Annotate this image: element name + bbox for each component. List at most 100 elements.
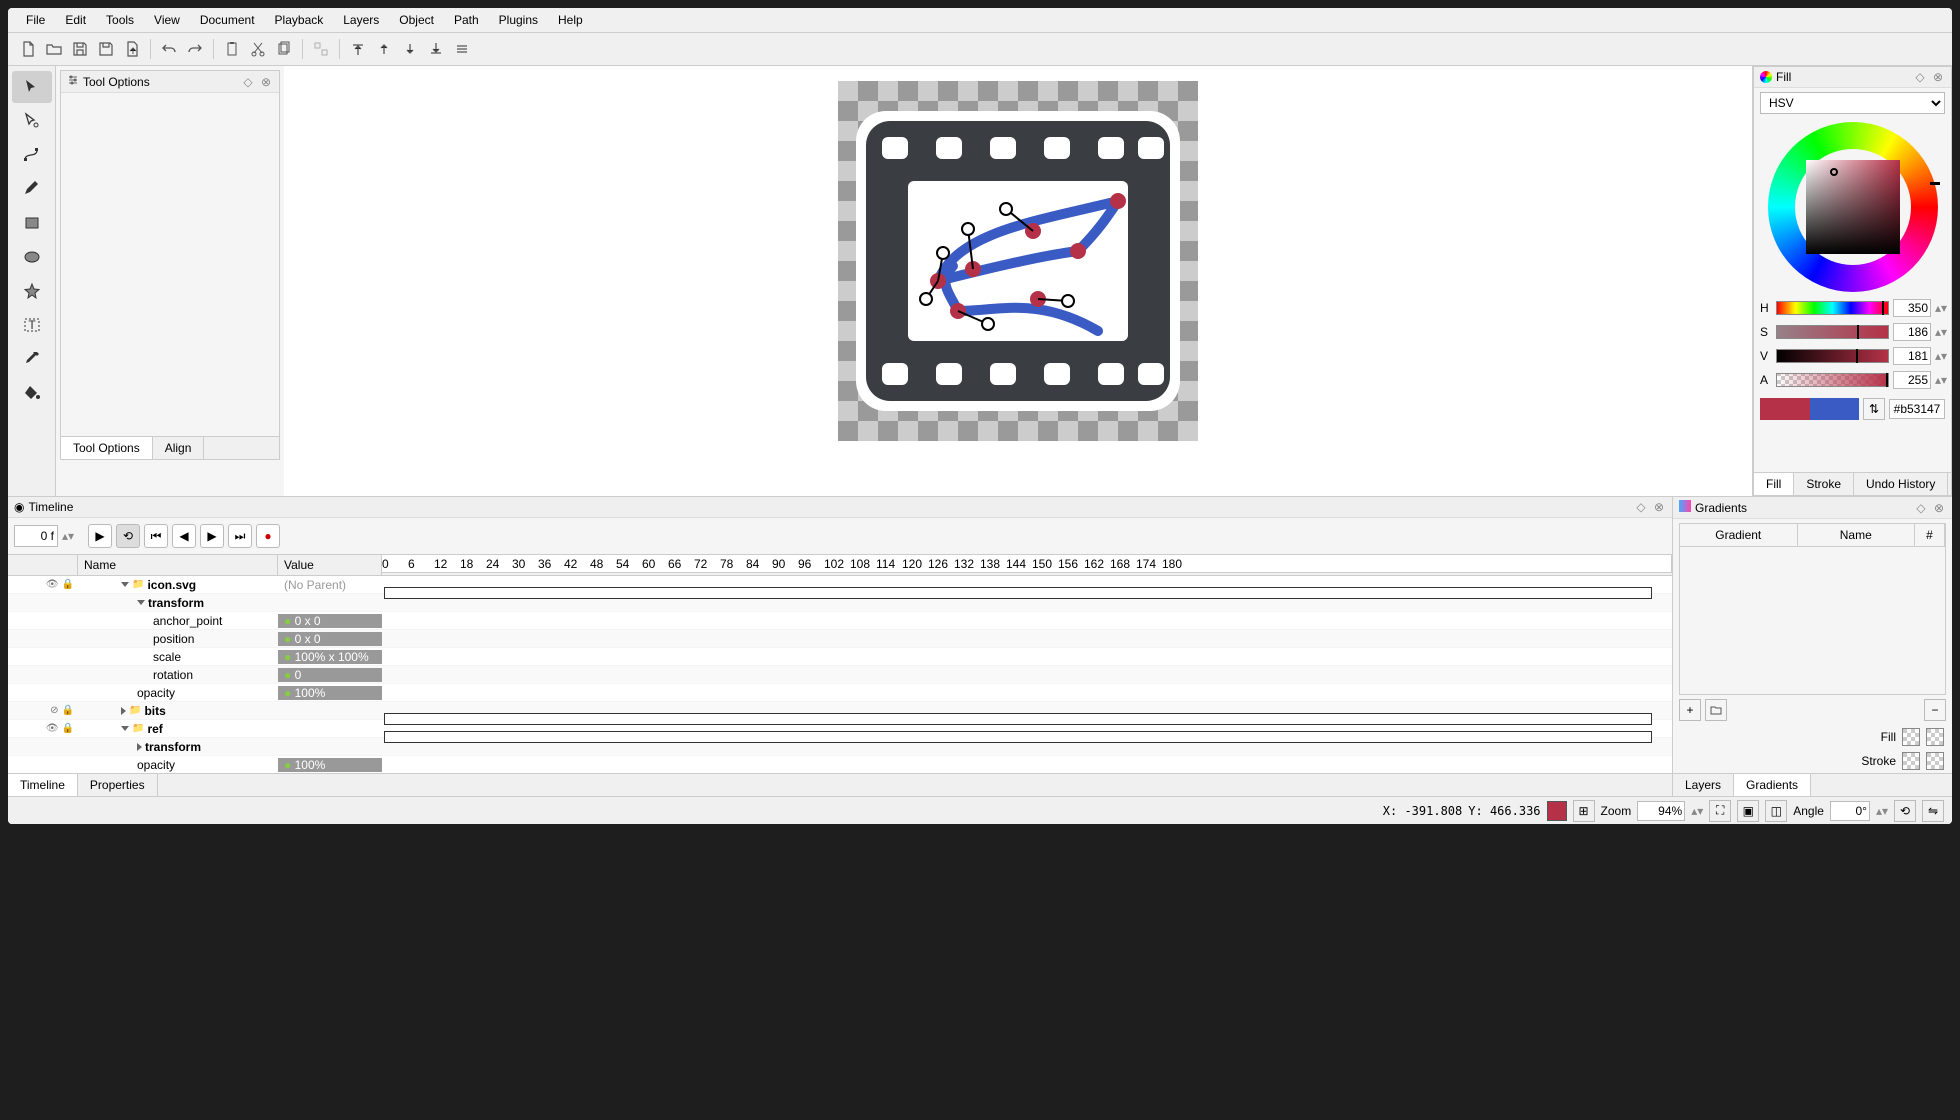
zoom-sel-icon[interactable]: ◫ <box>1765 800 1787 822</box>
new-doc-icon[interactable] <box>16 37 40 61</box>
angle-input[interactable] <box>1830 801 1870 821</box>
timeline-row[interactable]: 👁🔒📁icon.svg(No Parent) <box>8 576 1672 594</box>
eyedropper-tool[interactable] <box>12 343 52 375</box>
panel-close-icon[interactable]: ⊗ <box>1931 70 1945 84</box>
stroke-swatch[interactable] <box>1902 752 1920 770</box>
s-value[interactable] <box>1893 323 1931 341</box>
flip-icon[interactable]: ⇋ <box>1922 800 1944 822</box>
add-gradient-button[interactable]: + <box>1679 699 1701 721</box>
timeline-tree[interactable]: 👁🔒📁icon.svg(No Parent)transformanchor_po… <box>8 576 1672 773</box>
hex-input[interactable] <box>1889 399 1945 419</box>
panel-close-icon[interactable]: ⊗ <box>1652 500 1666 514</box>
gradient-folder-button[interactable] <box>1705 699 1727 721</box>
bucket-tool[interactable] <box>12 377 52 409</box>
stack-icon[interactable] <box>450 37 474 61</box>
pencil-tool[interactable] <box>12 173 52 205</box>
node-tool[interactable] <box>12 105 52 137</box>
tab-properties[interactable]: Properties <box>78 774 158 796</box>
chevron-down-icon[interactable] <box>137 600 145 605</box>
rect-tool[interactable] <box>12 207 52 239</box>
copy-icon[interactable] <box>272 37 296 61</box>
panel-detach-icon[interactable]: ◇ <box>1914 501 1928 515</box>
redo-icon[interactable] <box>183 37 207 61</box>
s-slider[interactable] <box>1776 325 1889 339</box>
panel-close-icon[interactable]: ⊗ <box>259 75 273 89</box>
raise-top-icon[interactable] <box>346 37 370 61</box>
chevron-right-icon[interactable] <box>121 707 126 715</box>
eye-icon[interactable]: 👁 <box>46 579 59 590</box>
panel-detach-icon[interactable]: ◇ <box>1634 500 1648 514</box>
ellipse-tool[interactable] <box>12 241 52 273</box>
tab-undo-history[interactable]: Undo History <box>1854 473 1948 495</box>
menu-path[interactable]: Path <box>444 8 489 32</box>
timeline-row[interactable]: opacity● 100% <box>8 684 1672 702</box>
open-icon[interactable] <box>42 37 66 61</box>
reset-angle-icon[interactable]: ⟲ <box>1894 800 1916 822</box>
a-slider[interactable] <box>1776 373 1889 387</box>
h-slider[interactable] <box>1776 301 1889 315</box>
panel-detach-icon[interactable]: ◇ <box>1913 70 1927 84</box>
status-color-swatch[interactable] <box>1547 801 1567 821</box>
tab-align[interactable]: Align <box>153 437 205 459</box>
menu-layers[interactable]: Layers <box>333 8 389 32</box>
next-frame-button[interactable]: ▶ <box>200 524 224 548</box>
frame-input[interactable] <box>14 525 58 547</box>
color-swatch-bar[interactable] <box>1760 398 1859 420</box>
menu-plugins[interactable]: Plugins <box>489 8 548 32</box>
eye-icon[interactable]: 👁 <box>46 723 59 734</box>
play-button[interactable]: ▶ <box>88 524 112 548</box>
canvas[interactable] <box>284 66 1752 496</box>
menu-playback[interactable]: Playback <box>265 8 334 32</box>
paste-icon[interactable] <box>220 37 244 61</box>
menu-object[interactable]: Object <box>389 8 444 32</box>
raise-icon[interactable] <box>372 37 396 61</box>
v-slider[interactable] <box>1776 349 1889 363</box>
menu-file[interactable]: File <box>16 8 55 32</box>
menu-view[interactable]: View <box>144 8 190 32</box>
stroke-swatch-2[interactable] <box>1926 752 1944 770</box>
panel-detach-icon[interactable]: ◇ <box>241 75 255 89</box>
save-as-icon[interactable] <box>94 37 118 61</box>
color-wheel[interactable] <box>1768 122 1938 292</box>
lock-icon[interactable]: 🔒 <box>62 723 74 734</box>
export-icon[interactable] <box>120 37 144 61</box>
remove-gradient-button[interactable]: − <box>1924 699 1946 721</box>
a-value[interactable] <box>1893 371 1931 389</box>
lock-icon[interactable]: 🔒 <box>62 579 74 590</box>
zoom-input[interactable] <box>1637 801 1685 821</box>
chevron-down-icon[interactable] <box>121 726 129 731</box>
lower-icon[interactable] <box>398 37 422 61</box>
tab-gradients[interactable]: Gradients <box>1734 774 1811 796</box>
lower-bottom-icon[interactable] <box>424 37 448 61</box>
chevron-right-icon[interactable] <box>137 743 142 751</box>
text-tool[interactable]: T <box>12 309 52 341</box>
h-value[interactable] <box>1893 299 1931 317</box>
timeline-row[interactable]: anchor_point● 0 x 0 <box>8 612 1672 630</box>
timeline-row[interactable]: position● 0 x 0 <box>8 630 1672 648</box>
last-frame-button[interactable]: ⏭ <box>228 524 252 548</box>
bezier-tool[interactable] <box>12 139 52 171</box>
lock-icon[interactable]: 🔒 <box>62 705 74 716</box>
tab-tool-options[interactable]: Tool Options <box>61 437 153 459</box>
fill-swatch[interactable] <box>1902 728 1920 746</box>
menu-tools[interactable]: Tools <box>96 8 144 32</box>
undo-icon[interactable] <box>157 37 181 61</box>
tab-timeline[interactable]: Timeline <box>8 774 78 796</box>
timeline-row[interactable]: ⊘🔒📁bits <box>8 702 1672 720</box>
v-value[interactable] <box>1893 347 1931 365</box>
first-frame-button[interactable]: ⏮ <box>144 524 168 548</box>
noeye-icon[interactable]: ⊘ <box>50 705 58 716</box>
menu-edit[interactable]: Edit <box>55 8 96 32</box>
tab-layers[interactable]: Layers <box>1673 774 1734 796</box>
select-tool[interactable] <box>12 71 52 103</box>
timeline-row[interactable]: rotation● 0 <box>8 666 1672 684</box>
timeline-ruler[interactable]: 0612182430364248546066727884909610210811… <box>382 555 1672 573</box>
prev-frame-button[interactable]: ◀ <box>172 524 196 548</box>
save-icon[interactable] <box>68 37 92 61</box>
zoom-1-1-icon[interactable]: ▣ <box>1737 800 1759 822</box>
menu-help[interactable]: Help <box>548 8 593 32</box>
zoom-fit-icon[interactable]: ⛶ <box>1709 800 1731 822</box>
group-icon[interactable] <box>309 37 333 61</box>
swap-colors-icon[interactable]: ⇅ <box>1863 398 1885 420</box>
gradients-list[interactable] <box>1679 547 1946 695</box>
